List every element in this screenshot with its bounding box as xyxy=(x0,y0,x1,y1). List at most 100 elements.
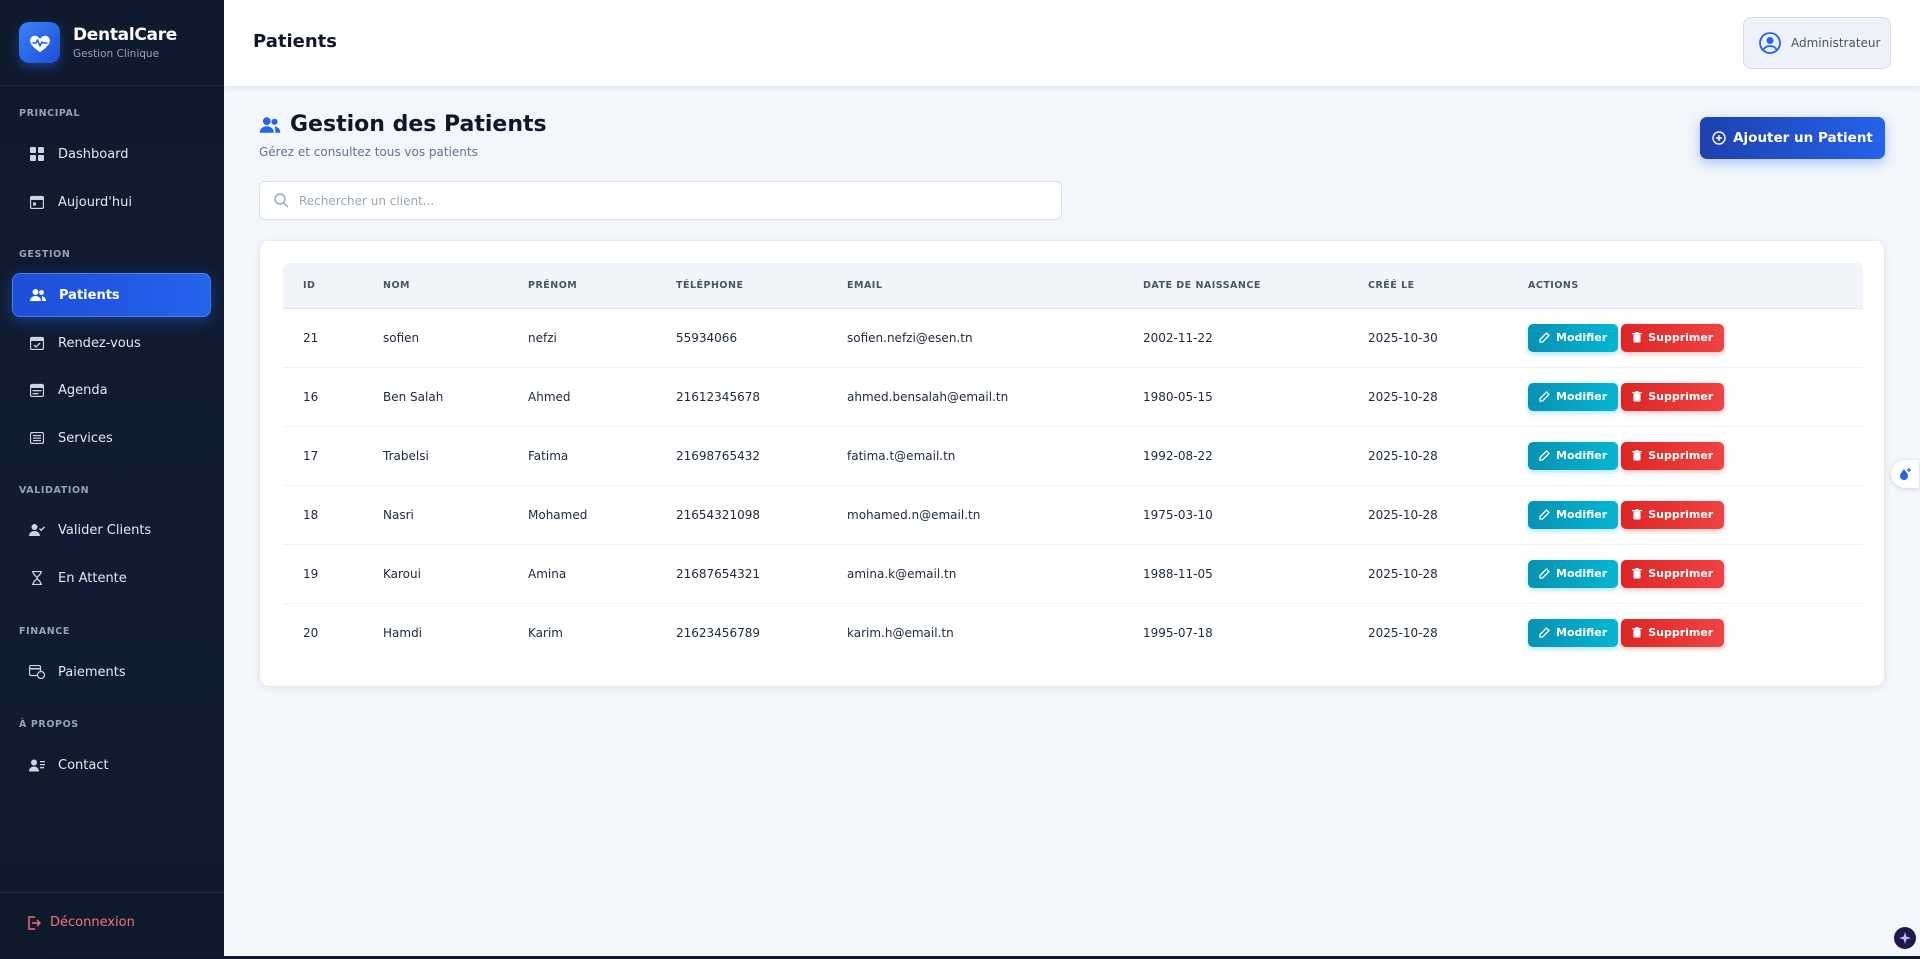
cell-prenom: Amina xyxy=(528,566,567,581)
edit-button[interactable]: Modifier xyxy=(1528,382,1619,411)
sparkle-icon[interactable] xyxy=(1894,927,1916,949)
delete-button[interactable]: Supprimer xyxy=(1621,559,1725,588)
delete-button[interactable]: Supprimer xyxy=(1621,382,1725,411)
cell-email: ahmed.bensalah@email.tn xyxy=(847,389,1009,404)
cell-prenom: nefzi xyxy=(528,330,557,345)
sidebar-item-validate-clients[interactable]: Valider Clients xyxy=(12,508,211,552)
sidebar-item-services[interactable]: Services xyxy=(12,416,211,460)
edit-button[interactable]: Modifier xyxy=(1528,441,1619,470)
sidebar-item-pending[interactable]: En Attente xyxy=(12,556,211,600)
payment-icon xyxy=(29,664,45,680)
column-header-prenom: PRÉNOM xyxy=(508,263,656,309)
delete-button[interactable]: Supprimer xyxy=(1621,323,1725,352)
sidebar-item-payments[interactable]: Paiements xyxy=(12,650,211,694)
sidebar-item-dashboard[interactable]: Dashboard xyxy=(12,132,211,176)
cell-actions: Modifier Supprimer xyxy=(1508,544,1863,603)
brand-subtitle: Gestion Clinique xyxy=(73,48,160,60)
cell-id: 17 xyxy=(303,448,319,463)
cell-telephone: 21654321098 xyxy=(676,507,760,522)
sidebar-item-agenda[interactable]: Agenda xyxy=(12,368,211,412)
cell-prenom: Mohamed xyxy=(528,507,588,522)
edit-button-label: Modifier xyxy=(1556,449,1608,462)
heart-pulse-icon xyxy=(19,22,60,63)
cell-telephone: 55934066 xyxy=(676,330,738,345)
edit-button-label: Modifier xyxy=(1556,508,1608,521)
cell-actions: Modifier Supprimer xyxy=(1508,367,1863,426)
cell-actions: Modifier Supprimer xyxy=(1508,308,1863,367)
edit-button[interactable]: Modifier xyxy=(1528,618,1619,647)
sidebar-item-label: Aujourd'hui xyxy=(58,194,132,210)
water-drop-icon[interactable] xyxy=(1891,460,1919,488)
calendar-week-icon xyxy=(29,382,45,398)
add-patient-button[interactable]: Ajouter un Patient xyxy=(1700,117,1885,159)
cell-created: 2025-10-28 xyxy=(1368,625,1438,640)
section-gestion: GESTION xyxy=(19,249,71,260)
users-icon xyxy=(259,116,281,134)
cell-email: karim.h@email.tn xyxy=(847,625,954,640)
section-validation: VALIDATION xyxy=(19,485,90,496)
delete-button-label: Supprimer xyxy=(1648,626,1714,640)
users-icon xyxy=(30,287,46,303)
search-input[interactable] xyxy=(299,193,1039,208)
delete-button-label: Supprimer xyxy=(1648,449,1714,462)
grid-icon xyxy=(29,146,45,162)
cell-email: fatima.t@email.tn xyxy=(847,448,956,463)
section-title: Gestion des Patients xyxy=(290,112,547,137)
cell-created: 2025-10-28 xyxy=(1368,389,1438,404)
sidebar-item-contact[interactable]: Contact xyxy=(12,743,211,787)
pencil-icon xyxy=(1539,332,1550,343)
sidebar-item-label: Patients xyxy=(59,287,120,303)
column-header-id: ID xyxy=(283,263,363,309)
section-finance: FINANCE xyxy=(19,626,70,637)
sidebar-item-patients[interactable]: Patients xyxy=(12,273,211,317)
edit-button-label: Modifier xyxy=(1556,331,1608,344)
sidebar-item-today[interactable]: Aujourd'hui xyxy=(12,180,211,224)
plus-circle-icon xyxy=(1712,131,1726,145)
trash-icon xyxy=(1632,509,1643,520)
column-header-created: CRÉÉ LE xyxy=(1348,263,1508,309)
cell-email: sofien.nefzi@esen.tn xyxy=(847,330,973,345)
sidebar-item-appointments[interactable]: Rendez-vous xyxy=(12,321,211,365)
table-row: 16 Ben Salah Ahmed 21612345678 ahmed.bensala… xyxy=(283,367,1863,426)
cell-email: mohamed.n@email.tn xyxy=(847,507,981,522)
sidebar-item-label: Contact xyxy=(58,757,109,773)
edit-button[interactable]: Modifier xyxy=(1528,559,1619,588)
delete-button[interactable]: Supprimer xyxy=(1621,500,1725,529)
logout-button[interactable]: Déconnexion xyxy=(27,915,135,930)
logout-icon xyxy=(27,915,41,930)
delete-button-label: Supprimer xyxy=(1648,331,1714,344)
pencil-icon xyxy=(1539,568,1550,579)
cell-actions: Modifier Supprimer xyxy=(1508,426,1863,485)
page-title: Patients xyxy=(253,31,337,52)
pencil-icon xyxy=(1539,391,1550,402)
pencil-icon xyxy=(1539,450,1550,461)
user-menu-button[interactable]: Administrateur xyxy=(1743,17,1891,69)
cell-telephone: 21612345678 xyxy=(676,389,760,404)
edit-button[interactable]: Modifier xyxy=(1528,323,1619,352)
cell-created: 2025-10-28 xyxy=(1368,448,1438,463)
add-patient-label: Ajouter un Patient xyxy=(1733,130,1873,146)
cell-nom: Ben Salah xyxy=(383,389,444,404)
cell-prenom: Karim xyxy=(528,625,563,640)
cell-id: 21 xyxy=(303,330,319,345)
table-row: 17 Trabelsi Fatima 21698765432 fatima.t@emai… xyxy=(283,426,1863,485)
table-row: 21 sofien nefzi 55934066 sofien.nefzi@esen.t… xyxy=(283,308,1863,367)
cell-birthdate: 2002-11-22 xyxy=(1143,330,1213,345)
page-header: Gestion des Patients Gérez et consultez … xyxy=(259,112,547,159)
user-name: Administrateur xyxy=(1791,36,1881,50)
cell-telephone: 21623456789 xyxy=(676,625,760,640)
user-check-icon xyxy=(29,522,45,538)
topbar: Patients Administrateur xyxy=(224,0,1920,86)
cell-nom: Karoui xyxy=(383,566,421,581)
sidebar: DentalCare Gestion Clinique PRINCIPAL Da… xyxy=(0,0,224,959)
delete-button[interactable]: Supprimer xyxy=(1621,618,1725,647)
sidebar-item-label: Agenda xyxy=(58,382,108,398)
cell-nom: Hamdi xyxy=(383,625,423,640)
search-icon xyxy=(274,193,289,208)
brand[interactable]: DentalCare Gestion Clinique xyxy=(0,0,224,86)
edit-button-label: Modifier xyxy=(1556,626,1608,640)
delete-button[interactable]: Supprimer xyxy=(1621,441,1725,470)
edit-button[interactable]: Modifier xyxy=(1528,500,1619,529)
contact-icon xyxy=(29,757,45,773)
sidebar-item-label: Paiements xyxy=(58,664,126,680)
